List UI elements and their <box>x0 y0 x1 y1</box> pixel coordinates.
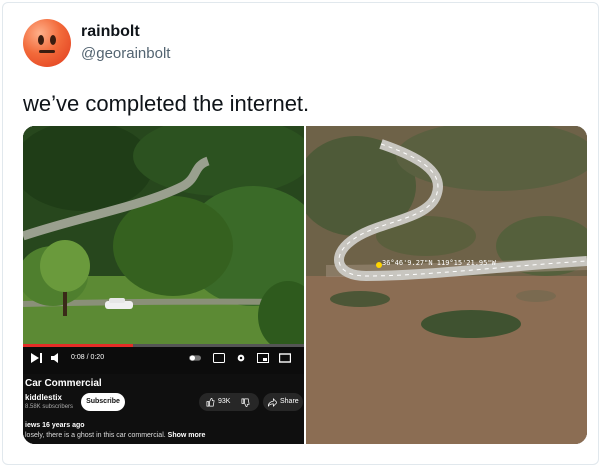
autoplay-toggle-icon[interactable] <box>189 353 201 363</box>
player-controls: 0:08 / 0:20 <box>23 344 304 374</box>
thumbs-down-icon[interactable] <box>241 398 250 407</box>
volume-icon[interactable] <box>51 353 63 363</box>
satellite-view[interactable]: 36°46'9.27"N 119°15'21.95"W <box>306 126 587 444</box>
thumbs-up-icon <box>206 398 215 407</box>
tweet-media[interactable]: 0:08 / 0:20 Car Commercial kiddlestix 8.… <box>23 126 587 444</box>
channel-name[interactable]: kiddlestix <box>25 393 62 402</box>
avatar-eye-left <box>38 35 44 45</box>
avatar[interactable] <box>23 19 71 67</box>
progress-bar[interactable] <box>23 344 304 347</box>
settings-gear-icon[interactable] <box>235 353 247 363</box>
author-name[interactable]: rainbolt <box>81 23 140 41</box>
miniplayer-icon[interactable] <box>257 353 269 363</box>
time-display: 0:08 / 0:20 <box>71 354 105 361</box>
coordinates-label: 36°46'9.27"N 119°15'21.95"W <box>382 259 496 267</box>
like-count: 93K <box>218 398 231 405</box>
show-more-link[interactable]: Show more <box>168 432 206 439</box>
share-arrow-icon <box>268 398 277 407</box>
video-description[interactable]: losely, there is a ghost in this car com… <box>25 432 205 439</box>
video-frame <box>23 126 304 344</box>
next-icon[interactable] <box>31 353 43 363</box>
description-text: losely, there is a ghost in this car com… <box>25 432 166 439</box>
author-handle[interactable]: @georainbolt <box>81 45 170 62</box>
share-button[interactable]: Share <box>263 393 303 411</box>
avatar-mouth <box>39 50 55 53</box>
share-label: Share <box>280 398 299 405</box>
tweet-card: rainbolt @georainbolt we’ve completed th… <box>2 2 599 465</box>
tweet-text: we’ve completed the internet. <box>23 91 310 116</box>
satellite-terrain <box>306 126 587 444</box>
avatar-eye-right <box>50 35 56 45</box>
captions-icon[interactable] <box>213 353 225 363</box>
video-title: Car Commercial <box>25 378 102 389</box>
theater-mode-icon[interactable] <box>279 353 291 363</box>
subscriber-count: 8.58K subscribers <box>25 404 74 410</box>
video-meta: Car Commercial kiddlestix 8.58K subscrib… <box>23 374 304 444</box>
view-info: iews 16 years ago <box>25 422 85 429</box>
progress-fill <box>23 344 133 347</box>
subscribe-button[interactable]: Subscribe <box>81 393 125 411</box>
like-button[interactable]: 93K <box>199 393 259 411</box>
video-screenshot[interactable]: 0:08 / 0:20 Car Commercial kiddlestix 8.… <box>23 126 304 444</box>
